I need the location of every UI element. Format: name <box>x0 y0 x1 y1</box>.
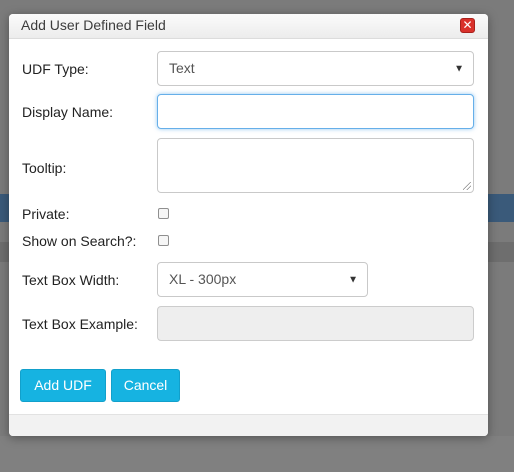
private-checkbox[interactable] <box>158 208 169 219</box>
udf-type-label: UDF Type: <box>22 61 89 77</box>
display-name-label: Display Name: <box>22 104 114 120</box>
chevron-down-icon: ▼ <box>348 274 358 285</box>
private-label: Private: <box>22 206 70 222</box>
dialog-footer <box>9 414 488 436</box>
chevron-down-icon: ▼ <box>454 63 464 74</box>
close-icon[interactable]: ✕ <box>460 18 475 33</box>
resize-grip-icon[interactable] <box>463 182 471 190</box>
text-box-example-label: Text Box Example: <box>22 316 138 332</box>
dialog-title: Add User Defined Field <box>21 17 166 33</box>
add-udf-dialog: Add User Defined Field ✕ UDF Type: Text … <box>9 14 488 436</box>
text-box-width-value: XL - 300px <box>169 271 237 287</box>
tooltip-textarea[interactable] <box>157 138 474 193</box>
text-box-width-select[interactable]: XL - 300px ▼ <box>157 262 368 297</box>
display-name-input[interactable] <box>157 94 474 129</box>
dialog-titlebar: Add User Defined Field ✕ <box>9 14 488 39</box>
cancel-button[interactable]: Cancel <box>111 369 180 402</box>
show-on-search-label: Show on Search?: <box>22 233 137 249</box>
text-box-example-input <box>157 306 474 341</box>
tooltip-label: Tooltip: <box>22 160 67 176</box>
udf-type-select[interactable]: Text ▼ <box>157 51 474 86</box>
show-on-search-checkbox[interactable] <box>158 235 169 246</box>
add-udf-button[interactable]: Add UDF <box>20 369 106 402</box>
udf-type-value: Text <box>169 60 195 76</box>
text-box-width-label: Text Box Width: <box>22 272 120 288</box>
background-band <box>0 436 514 472</box>
